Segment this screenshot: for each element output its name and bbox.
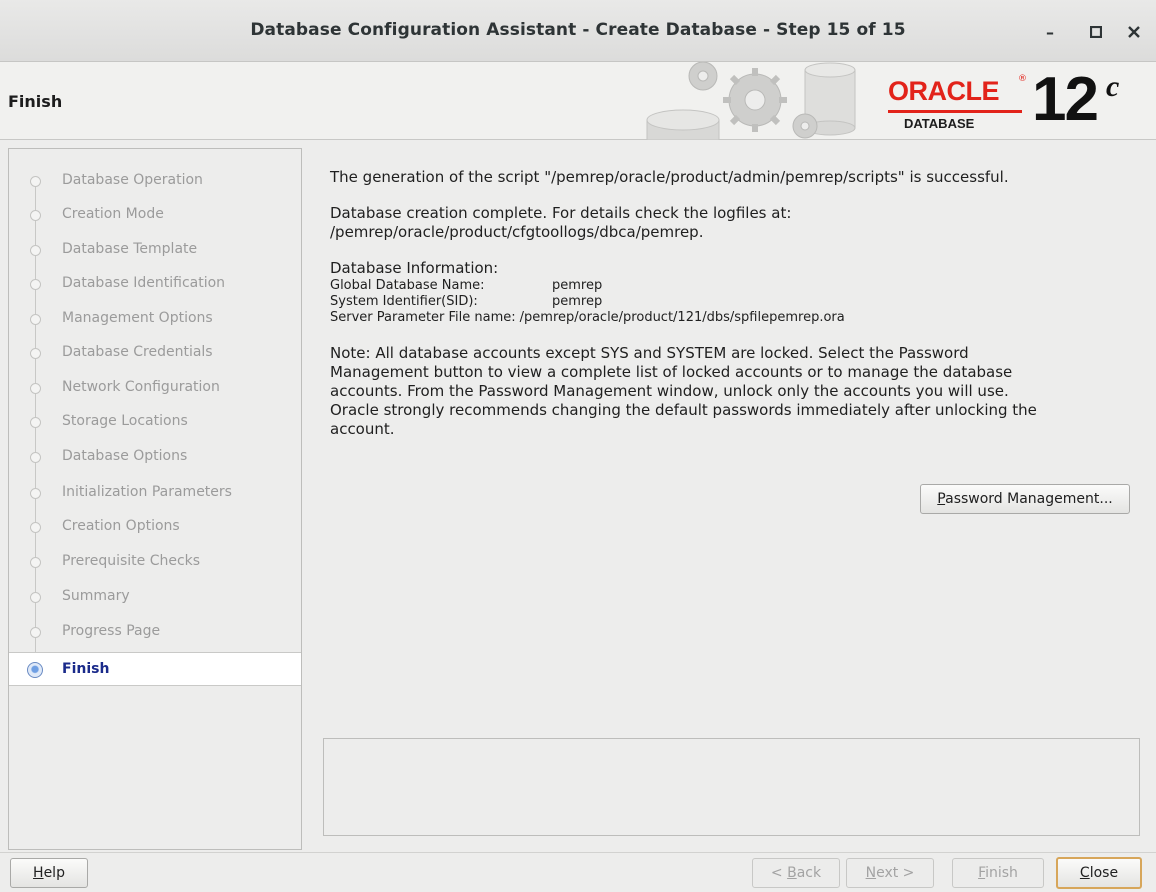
step-dot-icon — [30, 348, 41, 359]
log-output-panel — [323, 738, 1140, 836]
creation-complete-message: Database creation complete. For details … — [330, 204, 792, 222]
button-label: assword Management... — [945, 491, 1113, 507]
button-label: elp — [43, 865, 65, 881]
mnemonic-char: C — [1079, 865, 1090, 881]
mnemonic-char: H — [33, 865, 44, 881]
footer-separator — [0, 852, 1156, 853]
nav-item-label: Summary — [62, 588, 130, 604]
spfile-value: /pemrep/oracle/product/121/dbs/spfilepem… — [519, 310, 845, 325]
page-title: Finish — [8, 92, 63, 111]
nav-item-initialization-parameters[interactable]: Initialization Parameters — [9, 476, 301, 510]
nav-item-progress-page[interactable]: Progress Page — [9, 615, 301, 649]
step-dot-icon — [30, 627, 41, 638]
back-button[interactable]: < Back — [752, 858, 840, 888]
nav-item-label: Storage Locations — [62, 413, 188, 429]
database-info-heading: Database Information: — [330, 259, 499, 277]
nav-item-creation-options[interactable]: Creation Options — [9, 510, 301, 544]
spfile-label: Server Parameter File name: — [330, 310, 516, 325]
script-success-message: The generation of the script "/pemrep/or… — [330, 168, 1009, 186]
note-line: account. — [330, 420, 395, 438]
nav-item-management-options[interactable]: Management Options — [9, 302, 301, 336]
sid-value: pemrep — [552, 294, 603, 309]
spfile-row: Server Parameter File name: /pemrep/orac… — [330, 310, 1130, 326]
button-label: ack — [796, 865, 822, 881]
logfile-path: /pemrep/oracle/product/cfgtoollogs/dbca/… — [330, 223, 704, 241]
version-suffix: c — [1106, 70, 1120, 103]
sid-label: System Identifier(SID): — [330, 294, 478, 309]
nav-item-label: Finish — [62, 661, 110, 677]
close-window-icon[interactable] — [1122, 20, 1146, 44]
current-step-icon — [27, 662, 43, 678]
note-line: accounts. From the Password Management w… — [330, 382, 1009, 400]
step-dot-icon — [30, 210, 41, 221]
nav-item-label: Database Options — [62, 448, 188, 464]
nav-item-label: Creation Options — [62, 518, 180, 534]
nav-item-database-identification[interactable]: Database Identification — [9, 267, 301, 301]
minimize-icon[interactable]: – — [1038, 20, 1062, 44]
step-dot-icon — [30, 245, 41, 256]
nav-item-database-options[interactable]: Database Options — [9, 440, 301, 474]
nav-item-database-template[interactable]: Database Template — [9, 233, 301, 267]
nav-item-label: Initialization Parameters — [62, 484, 232, 500]
database-wordmark: DATABASE — [904, 116, 975, 131]
page-header: Finish ORACLE ® DATABASE 12 c — [0, 62, 1156, 140]
step-dot-icon — [30, 176, 41, 187]
nav-item-network-configuration[interactable]: Network Configuration — [9, 371, 301, 405]
nav-item-label: Progress Page — [62, 623, 161, 639]
nav-item-label: Management Options — [62, 310, 213, 326]
nav-item-label: Database Credentials — [62, 344, 213, 360]
registered-mark: ® — [1018, 74, 1027, 84]
step-dot-icon — [30, 488, 41, 499]
global-db-name-value: pemrep — [552, 278, 603, 293]
sid-row: System Identifier(SID): pemrep — [330, 294, 1130, 310]
version-number: 12 — [1032, 65, 1099, 134]
finish-content: The generation of the script "/pemrep/or… — [330, 168, 1130, 439]
nav-item-summary[interactable]: Summary — [9, 580, 301, 614]
nav-item-prerequisite-checks[interactable]: Prerequisite Checks — [9, 545, 301, 579]
window-titlebar[interactable]: Database Configuration Assistant - Creat… — [0, 0, 1156, 62]
button-label: < — [770, 865, 788, 881]
nav-item-database-operation[interactable]: Database Operation — [9, 164, 301, 198]
nav-item-label: Database Identification — [62, 275, 226, 291]
note-line: Oracle strongly recommends changing the … — [330, 401, 1037, 419]
window-title: Database Configuration Assistant - Creat… — [250, 20, 906, 40]
global-db-name-row: Global Database Name: pemrep — [330, 278, 1130, 294]
nav-item-label: Database Template — [62, 241, 198, 257]
nav-item-finish[interactable]: Finish — [9, 652, 301, 686]
next-button[interactable]: Next > — [846, 858, 934, 888]
mnemonic-char: N — [865, 865, 877, 881]
step-dot-icon — [30, 522, 41, 533]
nav-item-label: Network Configuration — [62, 379, 220, 395]
global-db-name-label: Global Database Name: — [330, 278, 485, 293]
finish-button[interactable]: Finish — [952, 858, 1044, 888]
step-dot-icon — [30, 417, 41, 428]
nav-item-creation-mode[interactable]: Creation Mode — [9, 198, 301, 232]
gears-decoration-icon — [646, 62, 856, 140]
step-dot-icon — [30, 383, 41, 394]
oracle-wordmark: ORACLE — [888, 76, 1000, 106]
nav-item-storage-locations[interactable]: Storage Locations — [9, 405, 301, 439]
mnemonic-char: B — [787, 865, 797, 881]
step-dot-icon — [30, 452, 41, 463]
step-dot-icon — [30, 314, 41, 325]
password-management-button[interactable]: Password Management... — [920, 484, 1130, 514]
oracle-database-logo: ORACLE ® DATABASE 12 c — [880, 65, 1150, 138]
nav-item-label: Database Operation — [62, 172, 203, 188]
step-navigation: Database Operation Creation Mode Databas… — [8, 148, 302, 850]
nav-item-database-credentials[interactable]: Database Credentials — [9, 336, 301, 370]
step-dot-icon — [30, 592, 41, 603]
button-label: lose — [1089, 865, 1119, 881]
mnemonic-char: P — [937, 491, 946, 507]
step-dot-icon — [30, 557, 41, 568]
button-label: ext > — [876, 865, 915, 881]
note-line: Note: All database accounts except SYS a… — [330, 344, 969, 362]
nav-item-label: Prerequisite Checks — [62, 553, 201, 569]
help-button[interactable]: Help — [10, 858, 88, 888]
maximize-icon[interactable] — [1084, 20, 1108, 44]
button-label: inish — [985, 865, 1018, 881]
nav-item-label: Creation Mode — [62, 206, 164, 222]
close-button[interactable]: Close — [1056, 857, 1142, 889]
note-line: Management button to view a complete lis… — [330, 363, 1013, 381]
step-dot-icon — [30, 279, 41, 290]
